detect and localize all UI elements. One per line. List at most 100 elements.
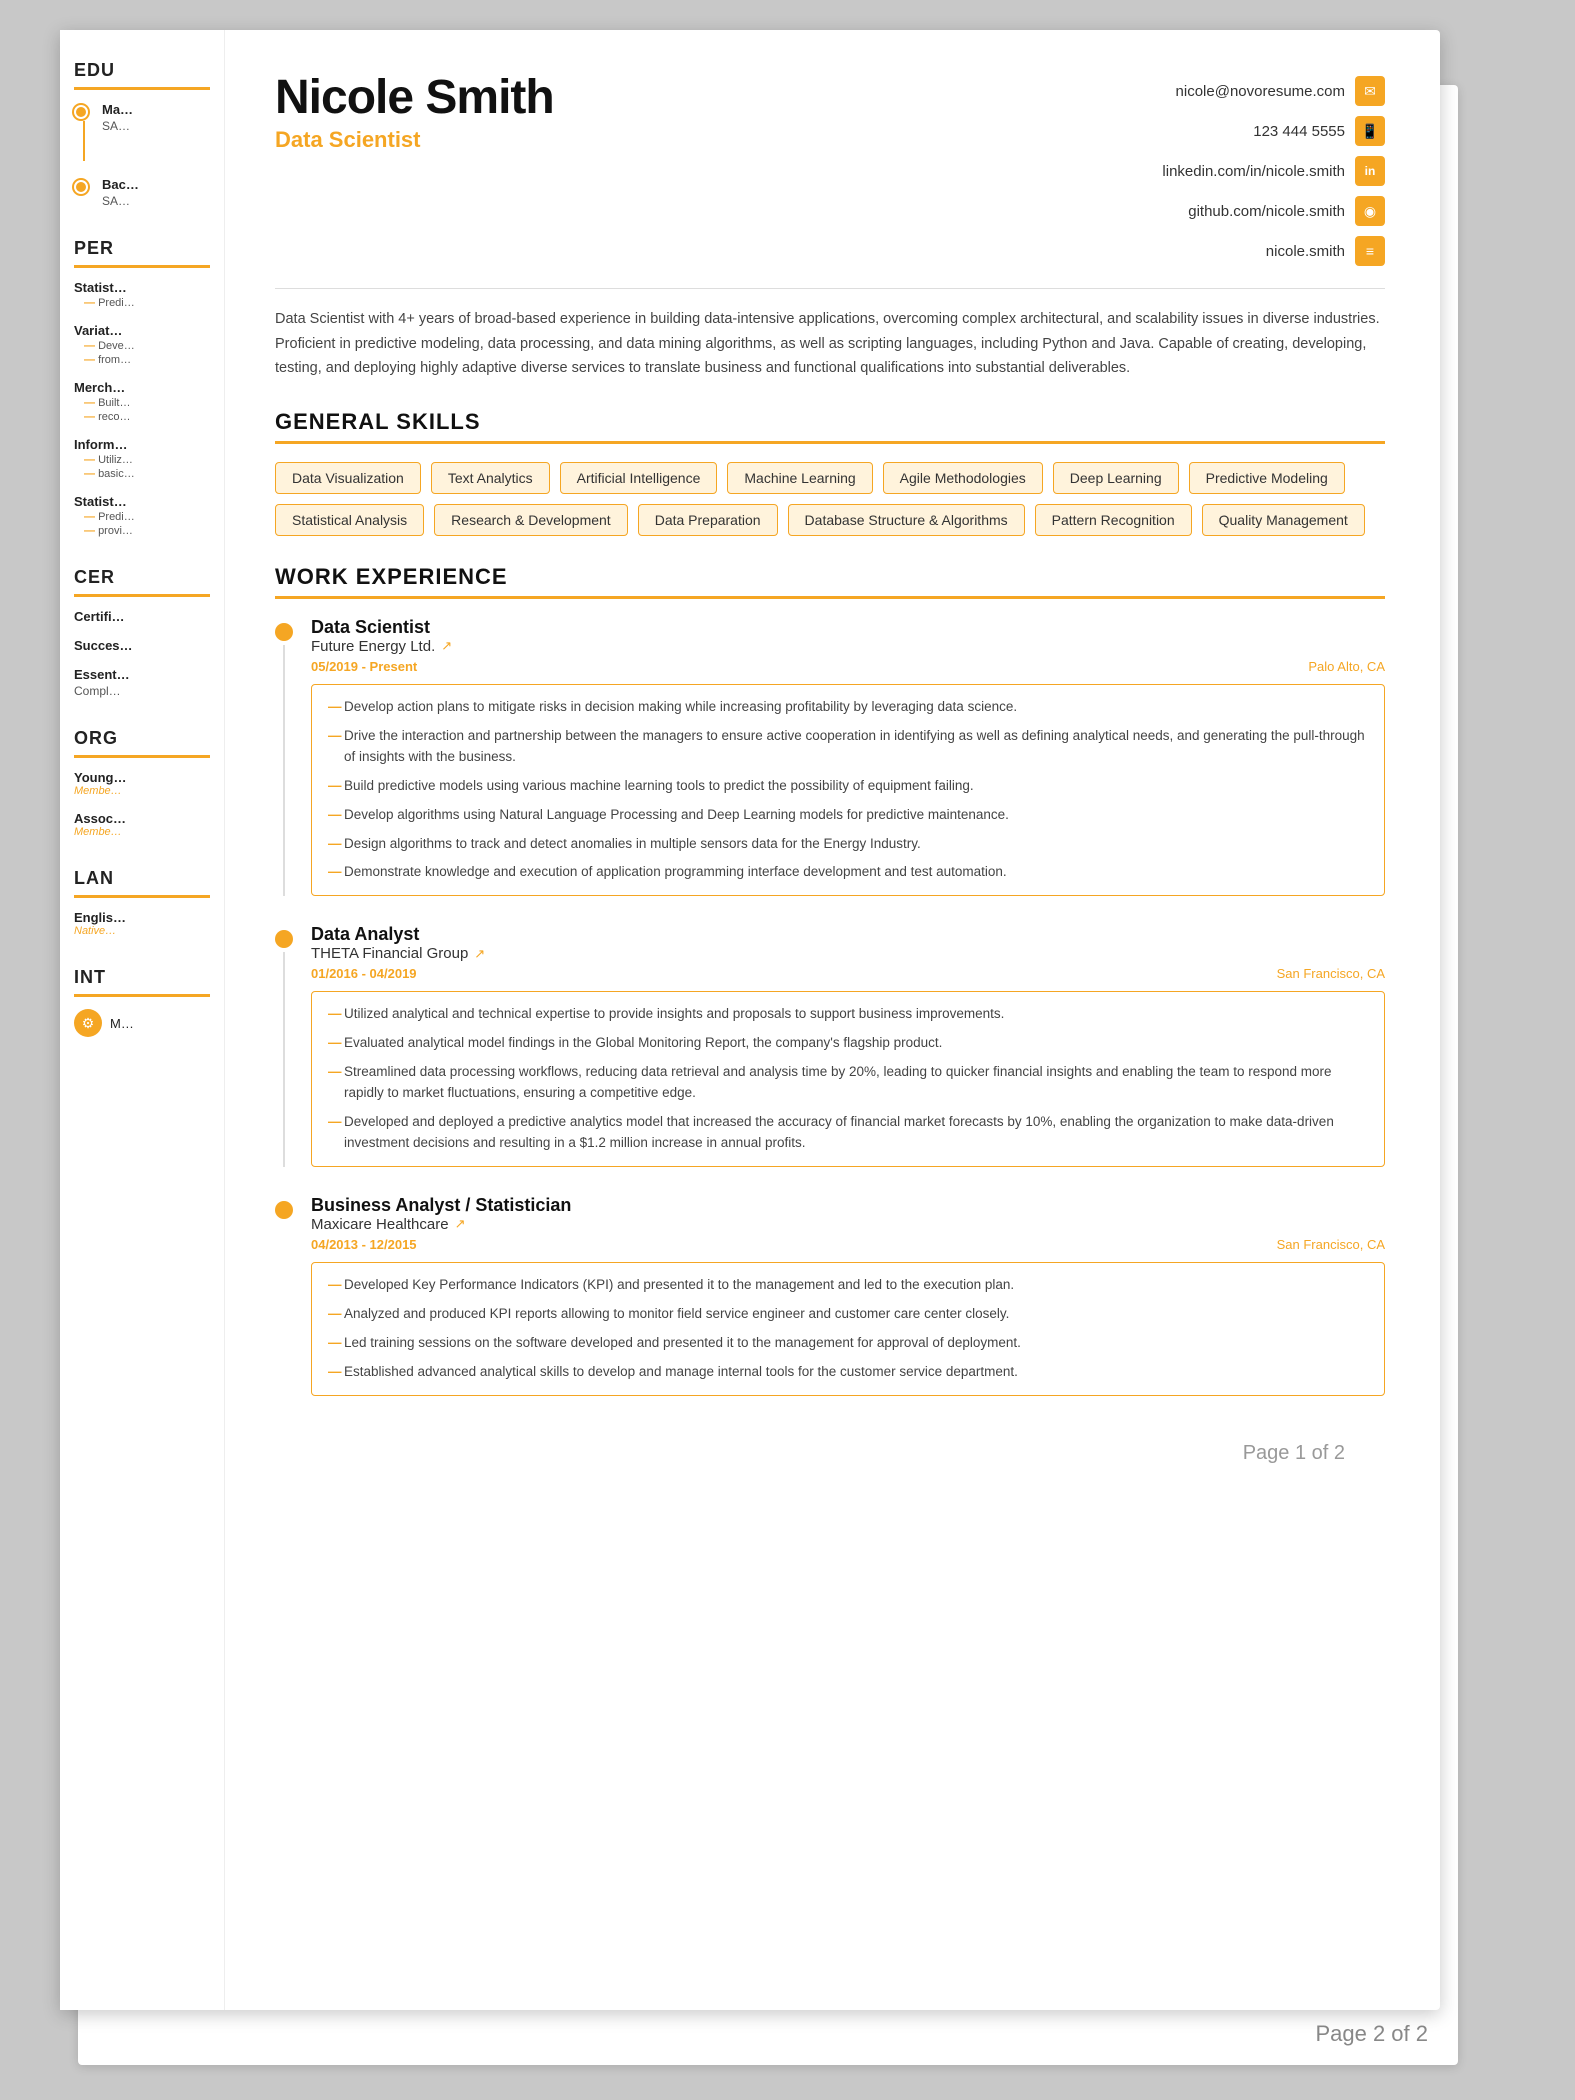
contact-linkedin: linkedin.com/in/nicole.smith in (1162, 156, 1385, 186)
edu-dot-col-1 (74, 102, 94, 161)
work-details-3: Business Analyst / Statistician Maxicare… (311, 1195, 1385, 1396)
work-company-link-3[interactable]: ↗ (455, 1216, 466, 1232)
main-content: Nicole Smith Data Scientist nicole@novor… (225, 30, 1440, 1523)
cer-name-3b: Compl… (74, 684, 210, 698)
work-section-title: WORK EXPERIENCE (275, 564, 1385, 599)
sidebar-section-edu: EDU Ma… SA… Bac… (60, 60, 224, 208)
work-bullet-1-6: Demonstrate knowledge and execution of a… (328, 862, 1368, 883)
sidebar-per-title: PER (74, 238, 210, 268)
lang-name-1: Englis… (74, 910, 210, 925)
work-bullet-3-4: Established advanced analytical skills t… (328, 1362, 1368, 1383)
work-bullets-2: Utilized analytical and technical expert… (311, 991, 1385, 1167)
work-details-1: Data Scientist Future Energy Ltd. ↗ 05/2… (311, 617, 1385, 896)
work-role-3: Business Analyst / Statistician (311, 1195, 1385, 1216)
per-bullet-3b: reco… (74, 411, 210, 423)
cer-name-3: Essent… (74, 667, 210, 682)
sidebar-int-item-1: ⚙ M… (74, 1009, 210, 1037)
work-item-3: Business Analyst / Statistician Maxicare… (275, 1195, 1385, 1396)
sidebar-cer-item-2: Succes… (74, 638, 210, 653)
work-date-3: 04/2013 - 12/2015 (311, 1237, 417, 1252)
email-text: nicole@novoresume.com (1176, 83, 1345, 100)
work-location-3: San Francisco, CA (1277, 1237, 1385, 1252)
work-line-2 (283, 952, 285, 1167)
work-bullets-1: Develop action plans to mitigate risks i… (311, 684, 1385, 896)
work-company-row-1: Future Energy Ltd. ↗ (311, 638, 1385, 655)
cer-name-2: Succes… (74, 638, 210, 653)
sidebar-section-cer: CER Certifi… Succes… Essent… Compl… (60, 567, 224, 698)
work-company-row-2: THETA Financial Group ↗ (311, 945, 1385, 962)
sidebar-lan-title: LAN (74, 868, 210, 898)
work-bullet-1-3: Build predictive models using various ma… (328, 776, 1368, 797)
sidebar-section-per: PER Statist… Predi… Variat… Deve… from… … (60, 238, 224, 537)
header-row: Nicole Smith Data Scientist nicole@novor… (275, 70, 1385, 266)
sidebar-org-item-2: Assoc… Membe… (74, 811, 210, 838)
skill-tag-4: Machine Learning (727, 462, 872, 494)
per-bullet-1: Predi… (74, 297, 210, 309)
edu-dot-col-2 (74, 177, 94, 194)
per-bullet-3a: Built… (74, 397, 210, 409)
work-date-location-2: 01/2016 - 04/2019 San Francisco, CA (311, 966, 1385, 981)
work-location-1: Palo Alto, CA (1308, 659, 1385, 674)
org-role-1: Membe… (74, 785, 210, 797)
work-bullet-3-1: Developed Key Performance Indicators (KP… (328, 1275, 1368, 1296)
work-role-2: Data Analyst (311, 924, 1385, 945)
edu-dot-2 (74, 180, 88, 194)
website-icon: ≡ (1355, 236, 1385, 266)
sidebar-cer-item-1: Certifi… (74, 609, 210, 624)
per-bullet-4a: Utiliz… (74, 454, 210, 466)
skill-tag-12: Pattern Recognition (1035, 504, 1192, 536)
skill-tag-1: Data Visualization (275, 462, 421, 494)
per-bullet-2a: Deve… (74, 340, 210, 352)
org-name-2: Assoc… (74, 811, 210, 826)
sidebar-lan-item-1: Englis… Native… (74, 910, 210, 937)
work-bullet-2-1: Utilized analytical and technical expert… (328, 1004, 1368, 1025)
work-bullet-1-5: Design algorithms to track and detect an… (328, 834, 1368, 855)
sidebar-section-org: ORG Young… Membe… Assoc… Membe… (60, 728, 224, 838)
sidebar-org-title: ORG (74, 728, 210, 758)
work-company-3: Maxicare Healthcare (311, 1216, 449, 1233)
contact-email: nicole@novoresume.com ✉ (1176, 76, 1385, 106)
edu-details-1: Ma… SA… (102, 102, 133, 133)
skills-section-title: GENERAL SKILLS (275, 409, 1385, 444)
work-bullets-3: Developed Key Performance Indicators (KP… (311, 1262, 1385, 1396)
work-dot-2 (275, 930, 293, 948)
skill-tag-11: Database Structure & Algorithms (788, 504, 1025, 536)
interest-label-1: M… (110, 1016, 134, 1031)
sidebar-edu-title: EDU (74, 60, 210, 90)
contact-block: nicole@novoresume.com ✉ 123 444 5555 📱 l… (1162, 76, 1385, 266)
per-title-4: Inform… (74, 437, 210, 452)
work-item-2: Data Analyst THETA Financial Group ↗ 01/… (275, 924, 1385, 1167)
work-company-link-2[interactable]: ↗ (474, 946, 485, 962)
skills-tags: Data Visualization Text Analytics Artifi… (275, 462, 1385, 536)
work-role-1: Data Scientist (311, 617, 1385, 638)
per-title-1: Statist… (74, 280, 210, 295)
cer-name-1: Certifi… (74, 609, 210, 624)
contact-website: nicole.smith ≡ (1266, 236, 1385, 266)
job-title: Data Scientist (275, 127, 554, 153)
work-company-link-1[interactable]: ↗ (441, 638, 452, 654)
edu-details-2: Bac… SA… (102, 177, 139, 208)
per-bullet-5a: Predi… (74, 511, 210, 523)
skill-tag-10: Data Preparation (638, 504, 778, 536)
phone-text: 123 444 5555 (1253, 123, 1345, 140)
work-bullet-3-2: Analyzed and produced KPI reports allowi… (328, 1304, 1368, 1325)
work-section: WORK EXPERIENCE Data Scientist Future En… (275, 564, 1385, 1396)
page2-label: Page 2 of 2 (1315, 2021, 1428, 2047)
work-bullet-1-4: Develop algorithms using Natural Languag… (328, 805, 1368, 826)
sidebar-per-item-3: Merch… Built… reco… (74, 380, 210, 423)
work-date-location-3: 04/2013 - 12/2015 San Francisco, CA (311, 1237, 1385, 1252)
sidebar-per-item-2: Variat… Deve… from… (74, 323, 210, 366)
sidebar-per-item-4: Inform… Utiliz… basic… (74, 437, 210, 480)
name-block: Nicole Smith Data Scientist (275, 70, 554, 153)
sidebar-cer-title: CER (74, 567, 210, 597)
github-icon: ◉ (1355, 196, 1385, 226)
work-company-1: Future Energy Ltd. (311, 638, 435, 655)
contact-phone: 123 444 5555 📱 (1253, 116, 1385, 146)
work-date-1: 05/2019 - Present (311, 659, 417, 674)
edu-dot-1 (74, 105, 88, 119)
sidebar-per-item-1: Statist… Predi… (74, 280, 210, 309)
work-bullet-3-3: Led training sessions on the software de… (328, 1333, 1368, 1354)
work-item-1: Data Scientist Future Energy Ltd. ↗ 05/2… (275, 617, 1385, 896)
work-bullet-2-3: Streamlined data processing workflows, r… (328, 1062, 1368, 1104)
edu-degree-1: Ma… (102, 102, 133, 117)
